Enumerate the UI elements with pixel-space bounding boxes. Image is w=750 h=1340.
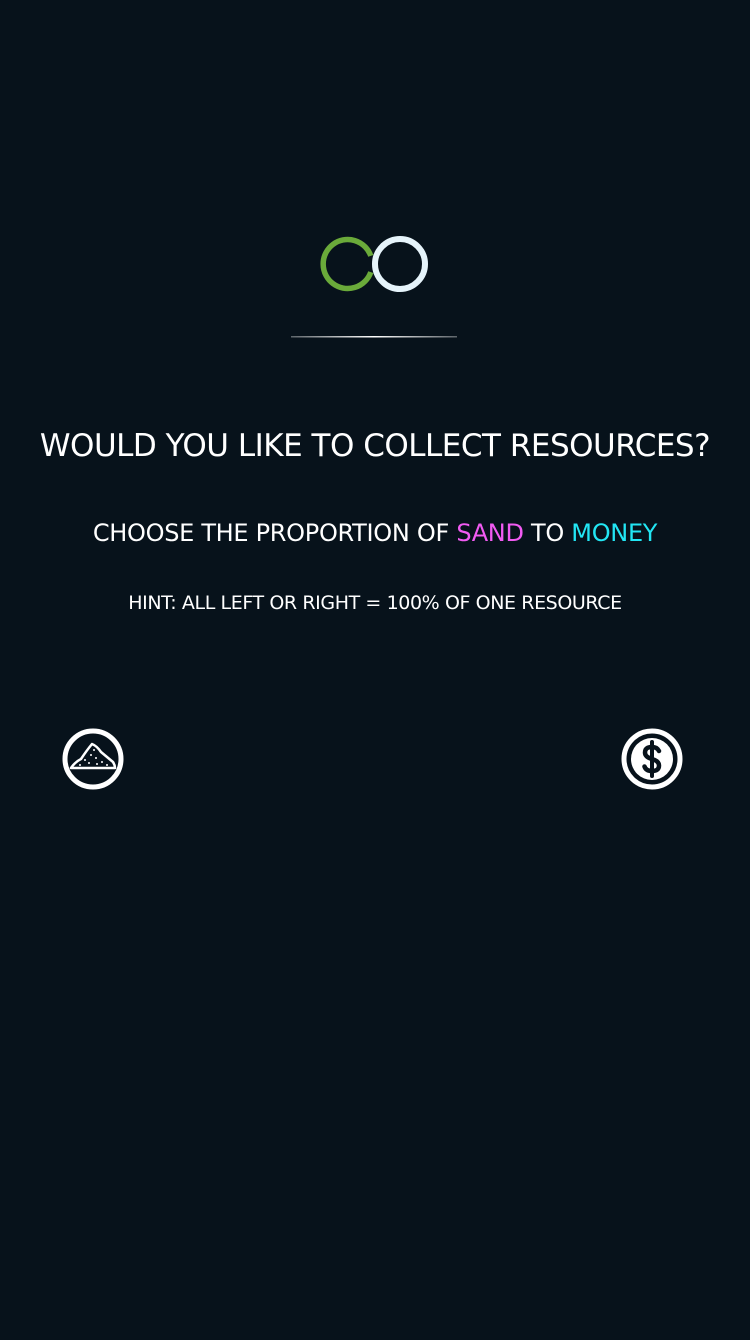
sand-pile-icon [62,728,124,790]
sand-resource-button[interactable] [61,727,125,791]
logo-divider [291,323,457,338]
money-label: MONEY [571,519,658,547]
sand-label: SAND [456,519,524,547]
hint-text: HINT: ALL LEFT OR RIGHT = 100% OF ONE RE… [128,592,622,614]
money-resource-button[interactable] [620,727,684,791]
page-title: WOULD YOU LIKE TO COLLECT RESOURCES? [39,428,711,464]
dollar-icon [621,728,683,790]
proportion-instruction: CHOOSE THE PROPORTION OF SAND TO MONEY [0,519,750,547]
instruction-prefix: CHOOSE THE PROPORTION OF [92,519,449,547]
co-logo-icon [319,233,431,295]
instruction-connector: TO [531,519,564,547]
